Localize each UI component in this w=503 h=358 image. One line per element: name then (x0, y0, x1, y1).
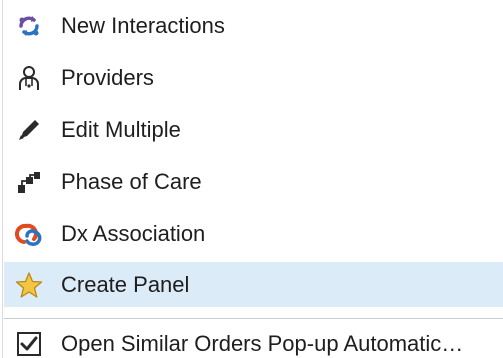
menu-item-dx-association[interactable]: Dx Association (4, 211, 503, 256)
menu-item-label: New Interactions (61, 12, 225, 38)
menu-item-label: Dx Association (61, 220, 206, 246)
pencil-icon (14, 115, 44, 145)
menu-item-label: Create Panel (61, 271, 190, 297)
star-icon (14, 270, 44, 300)
menu-separator (4, 318, 503, 319)
menu-item-label: Providers (61, 64, 154, 90)
menu-item-edit-multiple[interactable]: Edit Multiple (4, 107, 503, 152)
context-menu: New Interactions Providers Edit Multiple (0, 0, 503, 358)
dx-association-icon (14, 219, 44, 249)
menu-item-label: Edit Multiple (61, 116, 181, 142)
menu-item-open-similar-orders[interactable]: Open Similar Orders Pop-up Automatic… (4, 321, 503, 358)
menu-item-create-panel[interactable]: Create Panel (4, 262, 503, 307)
menu-item-phase-of-care[interactable]: Phase of Care (4, 159, 503, 204)
menu-item-label: Phase of Care (61, 168, 202, 194)
new-interactions-icon (14, 11, 44, 41)
menu-item-label: Open Similar Orders Pop-up Automatic… (61, 330, 464, 356)
menu-item-new-interactions[interactable]: New Interactions (4, 3, 503, 48)
checkbox-checked-icon[interactable] (14, 329, 44, 358)
phase-of-care-icon (14, 167, 44, 197)
providers-icon (14, 63, 44, 93)
menu-item-providers[interactable]: Providers (4, 55, 503, 100)
